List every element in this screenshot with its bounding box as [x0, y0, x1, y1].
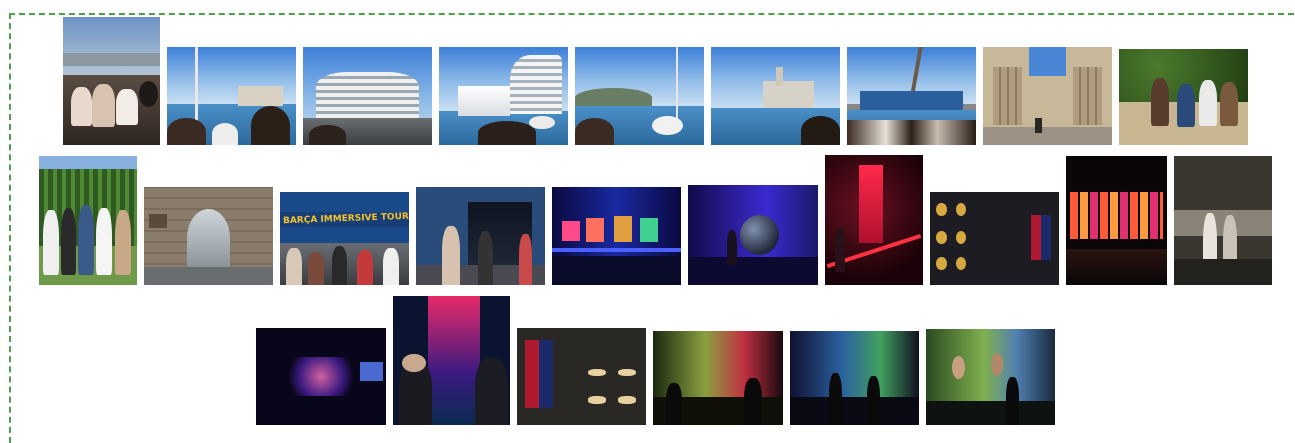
gallery-photo-led-wall[interactable]: [1066, 156, 1167, 285]
gallery-photo-immersive-room-3[interactable]: [926, 329, 1055, 425]
gallery-photo-sphere-exhibit[interactable]: [688, 185, 818, 285]
gallery-photo-park-group[interactable]: [1119, 49, 1248, 145]
gallery-photo-barca-immersive-tour-entrance[interactable]: BARÇA IMMERSIVE TOUR: [280, 192, 409, 285]
gallery-photo-red-neon-display[interactable]: [825, 155, 923, 285]
gallery-photo-immersive-room-2[interactable]: [790, 331, 919, 425]
gallery-photo-shirt-boots-case[interactable]: [517, 328, 646, 425]
gallery-photo-dark-gallery[interactable]: [256, 328, 386, 425]
gallery-photo-cargo-ship[interactable]: [847, 47, 976, 145]
gallery-photo-glass-cases[interactable]: [1174, 156, 1272, 285]
gallery-photo-tour-hallway[interactable]: [416, 187, 545, 285]
gallery-photo-stone-archway[interactable]: [144, 187, 273, 285]
gallery-photo-gothic-courtyard[interactable]: [983, 47, 1112, 145]
gallery-photo-boat-deck-selfie[interactable]: [63, 17, 160, 145]
gallery-photo-garden-group[interactable]: [39, 156, 137, 285]
gallery-photo-harbor-view[interactable]: [167, 47, 296, 145]
gallery-photo-immersive-room-1[interactable]: [653, 331, 783, 425]
gallery-photo-cruise-ship[interactable]: [439, 47, 568, 145]
gallery-photo-modern-building[interactable]: [303, 47, 432, 145]
gallery-photo-trophy-shirts[interactable]: [930, 192, 1059, 285]
gallery-photo-mountain-coast[interactable]: [575, 47, 704, 145]
gallery-photo-blue-screens-hall[interactable]: [552, 187, 681, 285]
gallery-photo-player-screen-selfie[interactable]: [393, 296, 510, 425]
gallery-photo-port-industrial[interactable]: [711, 47, 840, 145]
